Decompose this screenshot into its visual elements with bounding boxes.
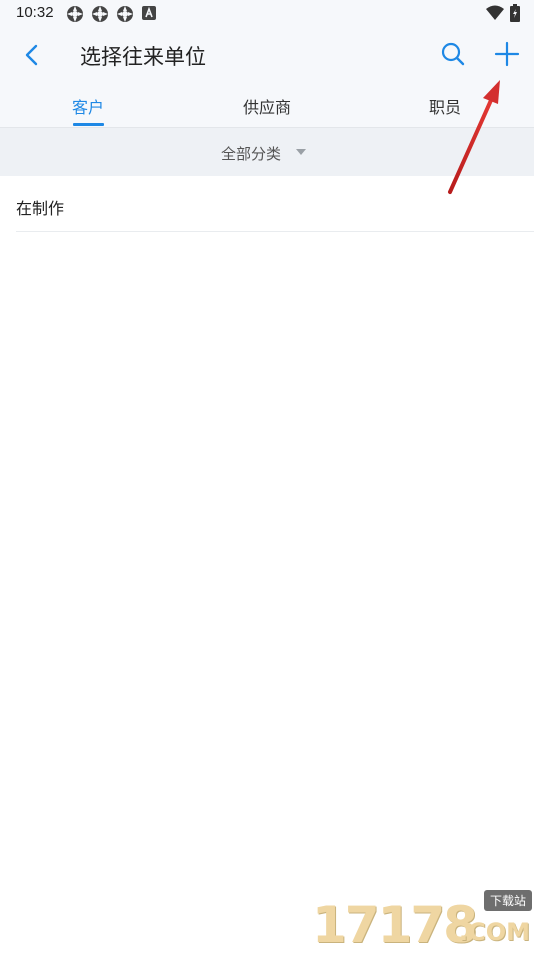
app-notification-icon [67, 6, 83, 22]
filter-label: 全部分类 [221, 145, 282, 163]
watermark-domain: .COM [458, 918, 530, 946]
tab-customer[interactable]: 客户 [72, 94, 104, 118]
search-icon [441, 42, 465, 66]
status-time: 10:32 [16, 4, 54, 21]
tab-supplier[interactable]: 供应商 [243, 94, 291, 118]
status-right [486, 4, 520, 22]
plus-icon [494, 41, 520, 67]
chevron-left-icon [25, 44, 38, 66]
annotation-arrow [448, 80, 500, 194]
battery-icon [510, 4, 520, 22]
wifi-icon [486, 5, 504, 20]
watermark-badge: 下载站 [483, 890, 532, 911]
back-button[interactable] [16, 39, 48, 71]
add-button[interactable] [492, 39, 522, 69]
caret-down-icon [296, 149, 306, 155]
app-notification-icon [92, 6, 108, 22]
app-notification-icon [117, 6, 133, 22]
list-item-label: 在制作 [16, 199, 65, 218]
tab-indicator [73, 123, 104, 126]
watermark-digits: 17178 [312, 896, 478, 954]
search-button[interactable] [438, 39, 468, 69]
a-icon [142, 6, 156, 20]
watermark-logo: 17178 下载站 .COM [312, 888, 534, 954]
page-title: 选择往来单位 [80, 45, 206, 69]
status-bar: 10:32 [0, 0, 534, 27]
